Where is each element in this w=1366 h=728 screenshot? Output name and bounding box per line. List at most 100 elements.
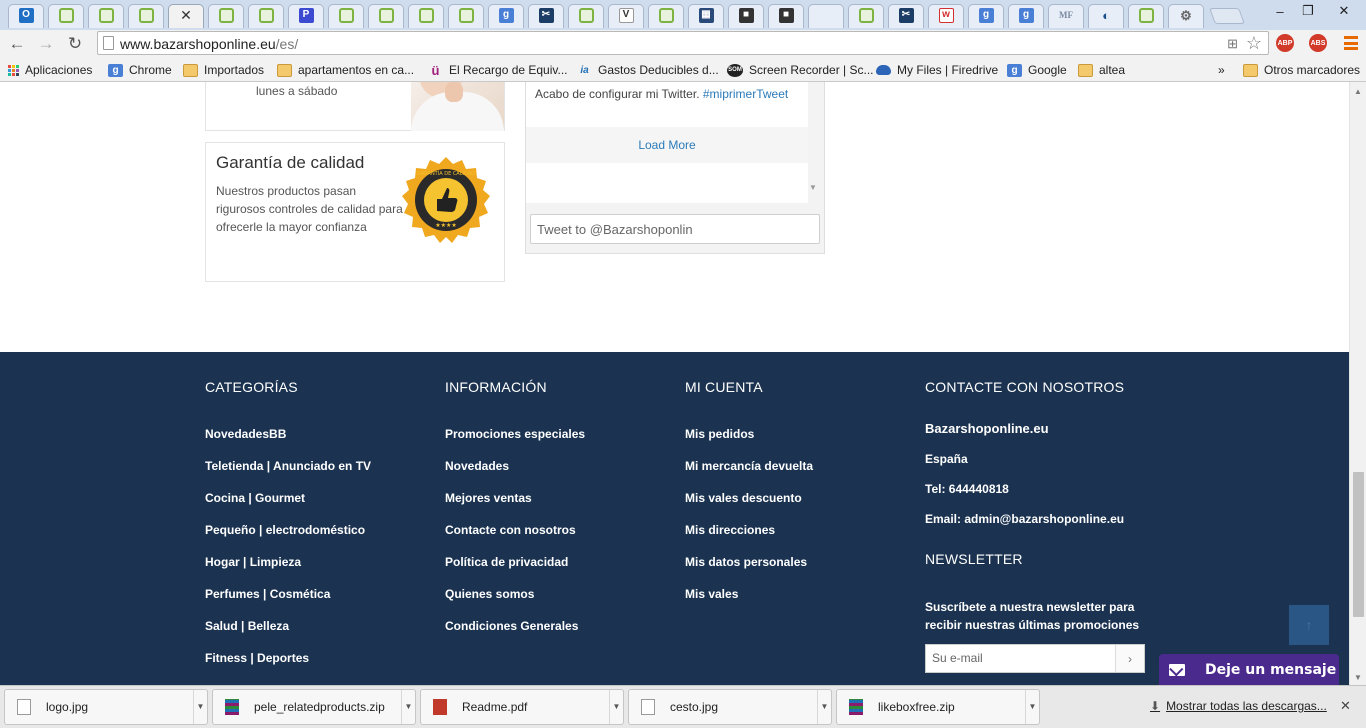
browser-tab[interactable]: g (486, 2, 526, 28)
restore-button[interactable]: ❐ (1294, 0, 1322, 22)
bookmark-apartamentos[interactable]: apartamentos en ca... (277, 62, 414, 78)
browser-tab[interactable]: ✂ (526, 2, 566, 28)
footer-category-link[interactable]: Salud | Belleza (205, 618, 371, 650)
footer-info-link[interactable]: Quienes somos (445, 586, 585, 618)
reload-icon[interactable]: ↻ (64, 34, 86, 54)
browser-tab[interactable]: ■ (726, 2, 766, 28)
browser-tab[interactable] (566, 2, 606, 28)
browser-tab[interactable]: g (966, 2, 1006, 28)
tweet-scroll-down-icon[interactable]: ▼ (809, 183, 817, 192)
bookmarks-overflow-button[interactable]: » (1218, 62, 1225, 78)
bookmark-star-icon[interactable]: ☆ (1246, 33, 1262, 54)
bookmark-recargo[interactable]: ü El Recargo de Equiv... (428, 62, 568, 78)
footer-account-link[interactable]: Mis datos personales (685, 554, 813, 586)
footer-info-link[interactable]: Contacte con nosotros (445, 522, 585, 554)
download-item[interactable]: pele_relatedproducts.zip ▼ (212, 689, 416, 725)
download-item[interactable]: logo.jpg ▼ (4, 689, 208, 725)
newsletter-submit-button[interactable]: › (1115, 645, 1144, 672)
footer-info-link[interactable]: Mejores ventas (445, 490, 585, 522)
download-item[interactable]: likeboxfree.zip ▼ (836, 689, 1040, 725)
bookmark-aplicaciones[interactable]: Aplicaciones (8, 62, 92, 78)
download-options-chevron-icon[interactable]: ▼ (817, 690, 831, 724)
browser-tab[interactable] (46, 2, 86, 28)
browser-tab[interactable]: V (606, 2, 646, 28)
bookmark-gastos[interactable]: ia Gastos Deducibles d... (577, 62, 718, 78)
scroll-up-arrow-icon[interactable]: ▲ (1354, 87, 1362, 96)
page-scrollbar[interactable]: ▲ ▼ (1349, 82, 1366, 685)
browser-tab[interactable] (446, 2, 486, 28)
browser-tab[interactable] (246, 2, 286, 28)
download-options-chevron-icon[interactable]: ▼ (609, 690, 623, 724)
footer-info-link[interactable]: Novedades (445, 458, 585, 490)
show-all-downloads-link[interactable]: ⬇ Mostrar todas las descargas... (1150, 699, 1327, 713)
tweet-hashtag-link[interactable]: #miprimerTweet (703, 87, 788, 101)
browser-tab[interactable]: MF (1046, 2, 1086, 28)
active-tab[interactable]: ✕ (166, 2, 206, 28)
adblock-plus-icon[interactable]: ABP (1276, 34, 1294, 52)
leave-message-button[interactable]: Deje un mensaje (1159, 654, 1339, 685)
forward-arrow-icon[interactable]: → (35, 34, 57, 54)
footer-category-link[interactable]: Pequeño | electrodoméstico (205, 522, 371, 554)
address-bar[interactable]: www.bazarshoponline.eu/es/ ⊞ ☆ (97, 31, 1269, 55)
browser-tab[interactable] (1126, 2, 1166, 28)
footer-category-link[interactable]: Cocina | Gourmet (205, 490, 371, 522)
minimize-button[interactable]: – (1266, 0, 1294, 22)
bookmark-altea[interactable]: altea (1078, 62, 1125, 78)
browser-tab[interactable]: ◐ (1086, 2, 1126, 28)
footer-account-link[interactable]: Mis pedidos (685, 426, 813, 458)
bookmark-screen-recorder[interactable]: SOM Screen Recorder | Sc... (727, 62, 874, 78)
tweet-compose-input[interactable]: Tweet to @Bazarshoponlin (530, 214, 820, 244)
close-window-button[interactable]: ✕ (1322, 0, 1366, 22)
browser-tab[interactable] (366, 2, 406, 28)
browser-tab[interactable]: w (926, 2, 966, 28)
bookmark-otros-marcadores[interactable]: Otros marcadores (1243, 62, 1360, 78)
company-email[interactable]: Email: admin@bazarshoponline.eu (925, 511, 1145, 541)
new-tab-button[interactable] (1209, 8, 1245, 24)
browser-tab[interactable] (846, 2, 886, 28)
download-item[interactable]: cesto.jpg ▼ (628, 689, 832, 725)
browser-tab[interactable] (126, 2, 166, 28)
browser-tab[interactable]: ⚙ (1166, 2, 1206, 28)
close-download-shelf-icon[interactable]: ✕ (1340, 698, 1351, 714)
footer-info-link[interactable]: Política de privacidad (445, 554, 585, 586)
footer-info-link[interactable]: Promociones especiales (445, 426, 585, 458)
bookmark-google[interactable]: g Google (1007, 62, 1067, 78)
adblock-icon[interactable]: ABS (1309, 34, 1327, 52)
close-icon[interactable]: ✕ (180, 7, 192, 24)
footer-category-link[interactable]: Teletienda | Anunciado en TV (205, 458, 371, 490)
footer-category-link[interactable]: NovedadesBB (205, 426, 371, 458)
footer-account-link[interactable]: Mis vales (685, 586, 813, 618)
load-more-button[interactable]: Load More (526, 127, 808, 163)
scrollbar-thumb[interactable] (1353, 472, 1364, 617)
newsletter-email-input[interactable]: Su e-mail (926, 645, 1116, 672)
chrome-menu-icon[interactable] (1344, 36, 1358, 50)
bookmark-importados[interactable]: Importados (183, 62, 264, 78)
browser-tab[interactable]: g (1006, 2, 1046, 28)
footer-account-link[interactable]: Mis vales descuento (685, 490, 813, 522)
browser-tab[interactable] (86, 2, 126, 28)
browser-tab[interactable]: ✂ (886, 2, 926, 28)
download-options-chevron-icon[interactable]: ▼ (401, 690, 415, 724)
browser-tab[interactable] (326, 2, 366, 28)
footer-category-link[interactable]: Perfumes | Cosmética (205, 586, 371, 618)
download-item[interactable]: Readme.pdf ▼ (420, 689, 624, 725)
bookmark-chrome[interactable]: g Chrome (108, 62, 172, 78)
footer-category-link[interactable]: Hogar | Limpieza (205, 554, 371, 586)
browser-tab[interactable] (806, 2, 846, 28)
footer-account-link[interactable]: Mis direcciones (685, 522, 813, 554)
bookmark-firedrive[interactable]: My Files | Firedrive (876, 62, 998, 78)
footer-category-link[interactable]: Fitness | Deportes (205, 650, 371, 682)
browser-tab[interactable]: O (6, 2, 46, 28)
browser-tab[interactable] (406, 2, 446, 28)
browser-tab[interactable]: ■ (766, 2, 806, 28)
back-arrow-icon[interactable]: ← (6, 34, 28, 54)
download-options-chevron-icon[interactable]: ▼ (193, 690, 207, 724)
browser-tab[interactable]: P (286, 2, 326, 28)
back-to-top-button[interactable]: ↑ (1289, 605, 1329, 645)
browser-tab[interactable] (206, 2, 246, 28)
browser-tab[interactable]: ▦ (686, 2, 726, 28)
footer-info-link[interactable]: Condiciones Generales (445, 618, 585, 650)
browser-tab[interactable] (646, 2, 686, 28)
download-options-chevron-icon[interactable]: ▼ (1025, 690, 1039, 724)
translate-icon[interactable]: ⊞ (1227, 36, 1238, 52)
